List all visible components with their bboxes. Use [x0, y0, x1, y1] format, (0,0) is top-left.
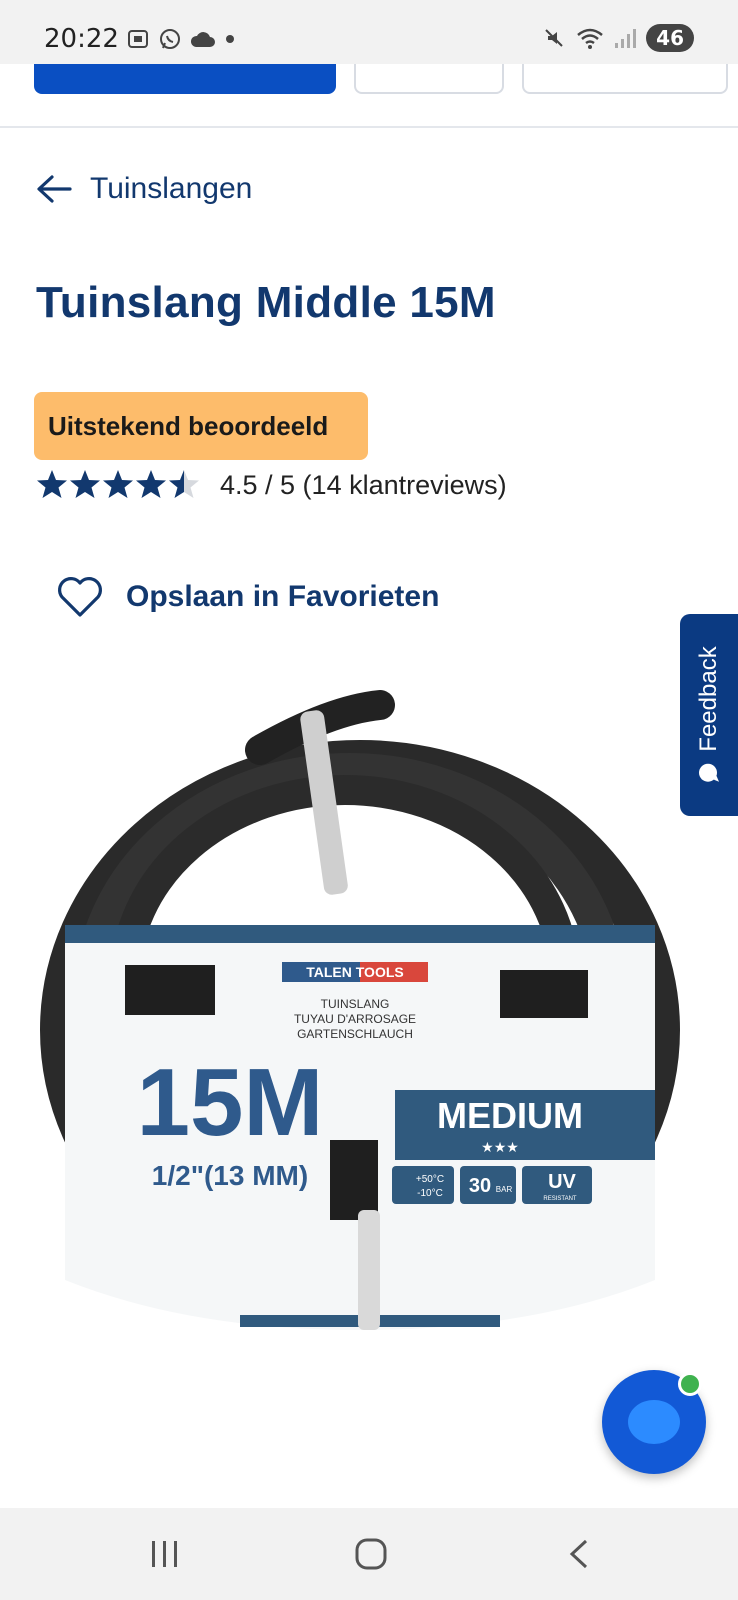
wifi-icon — [577, 28, 603, 49]
rating-badge: Uitstekend beoordeeld — [34, 392, 368, 460]
status-bar: 20:22 46 — [0, 0, 738, 64]
rating-text: 4.5 / 5 (14 klantreviews) — [220, 469, 507, 500]
status-time: 20:22 — [44, 24, 119, 54]
star-rating-icons — [37, 470, 199, 498]
label-line-1: TUINSLANG — [321, 997, 390, 1011]
temp-high-text: +50°C — [416, 1174, 444, 1185]
tertiary-button[interactable] — [522, 64, 728, 94]
online-status-dot — [678, 1372, 702, 1396]
dot-icon — [226, 35, 234, 43]
recent-apps-icon[interactable] — [148, 1538, 182, 1570]
save-favorite-button[interactable]: Opslaan in Favorieten — [56, 575, 439, 619]
temp-low-text: -10°C — [417, 1188, 443, 1199]
breadcrumb-label: Tuinslangen — [90, 172, 253, 205]
length-text: 15M — [137, 1049, 324, 1156]
back-icon[interactable] — [566, 1538, 594, 1570]
breadcrumb-back-link[interactable]: Tuinslangen — [36, 172, 252, 206]
heart-icon — [58, 577, 102, 617]
mute-icon — [545, 29, 563, 47]
rating-row[interactable]: 4.5 / 5 (14 klantreviews) — [36, 468, 507, 502]
home-icon[interactable] — [354, 1538, 388, 1570]
signal-icon — [615, 29, 637, 48]
product-title: Tuinslang Middle 15M — [36, 278, 496, 327]
label-line-3: GARTENSCHLAUCH — [297, 1027, 413, 1041]
status-icons-right: 46 — [542, 24, 694, 52]
primary-button[interactable] — [34, 64, 336, 94]
grade-text: MEDIUM — [437, 1095, 583, 1136]
product-image: TALEN TOOLS TUINSLANG TUYAU D'ARROSAGE G… — [40, 690, 680, 1330]
uv-text: UV — [548, 1171, 576, 1193]
whatsapp-icon — [160, 29, 180, 49]
screenshot-icon — [128, 30, 148, 48]
brand-text: TALEN TOOLS — [306, 964, 403, 980]
save-favorite-label: Opslaan in Favorieten — [126, 580, 440, 613]
grade-stars: ★★★ — [481, 1140, 519, 1156]
secondary-button[interactable] — [354, 64, 504, 94]
uv-sub-text: RESISTANT — [543, 1196, 577, 1202]
status-icons-left — [126, 27, 236, 51]
rating-badge-label: Uitstekend beoordeeld — [48, 410, 329, 441]
label-line-2: TUYAU D'ARROSAGE — [294, 1012, 416, 1026]
battery-icon: 46 — [646, 24, 694, 52]
diameter-text: 1/2"(13 MM) — [152, 1160, 308, 1191]
pressure-text: 30 — [469, 1175, 491, 1197]
arrow-left-icon — [37, 175, 72, 203]
pressure-unit-text: BAR — [496, 1185, 513, 1194]
top-action-bar — [0, 64, 738, 128]
cloud-icon — [190, 32, 215, 47]
system-nav-bar — [0, 1508, 738, 1600]
chat-icon — [628, 1400, 680, 1444]
